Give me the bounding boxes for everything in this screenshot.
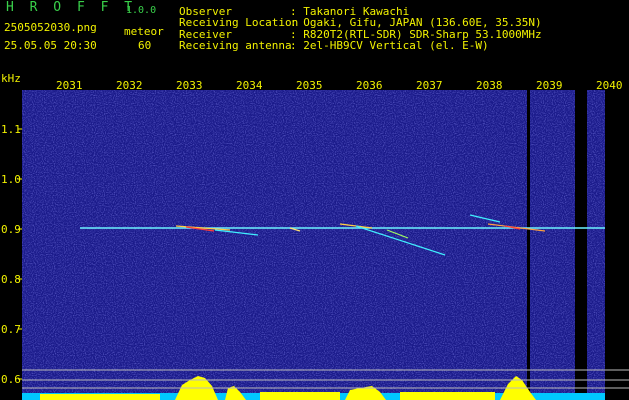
spectrogram-plot: 2031 2032 2033 2034 2035 2036 2037 2038 … [1,72,629,400]
y-tick-label: 0.9 [1,223,21,236]
app-logo: H R O F F T [6,0,137,15]
app-version: 1.0.0 [126,5,157,16]
image-filename: 2505052030.png [4,21,97,34]
x-tick-label: 2038 [476,79,503,92]
dropout-band [575,90,587,400]
meteor-count-label: meteor [124,25,164,38]
x-tick-label: 2036 [356,79,383,92]
x-tick-label: 2039 [536,79,563,92]
y-tick-label: 0.6 [1,373,21,386]
meteor-count-value: 60 [138,39,152,52]
y-tick-label: 0.8 [1,273,21,286]
y-tick-label: 0.7 [1,323,21,336]
field-label-antenna: Receiving antenna [179,39,292,52]
x-tick-label: 2037 [416,79,443,92]
x-tick-label: 2034 [236,79,263,92]
y-tick-label: 1.0 [1,173,21,186]
x-tick-label: 2035 [296,79,323,92]
header-panel: H R O F F T 1.0.0 2505052030.png meteor … [0,0,629,72]
x-tick-label: 2033 [176,79,203,92]
y-axis-unit: kHz [1,72,21,85]
dropout-band [527,90,530,400]
x-tick-label: 2032 [116,79,143,92]
x-tick-label: 2031 [56,79,83,92]
y-tick-marks [18,128,22,380]
field-value-antenna: : 2el-HB9CV Vertical (el. E-W) [290,39,489,52]
dropout-band [605,90,629,400]
y-tick-label: 1.1 [1,123,21,136]
y-axis-ticks: kHz 1.1 1.0 0.9 0.8 0.7 0.6 [1,72,21,386]
x-tick-label: 2040 [596,79,623,92]
observation-timestamp: 25.05.05 20:30 [4,39,97,52]
noise-texture [22,90,629,400]
